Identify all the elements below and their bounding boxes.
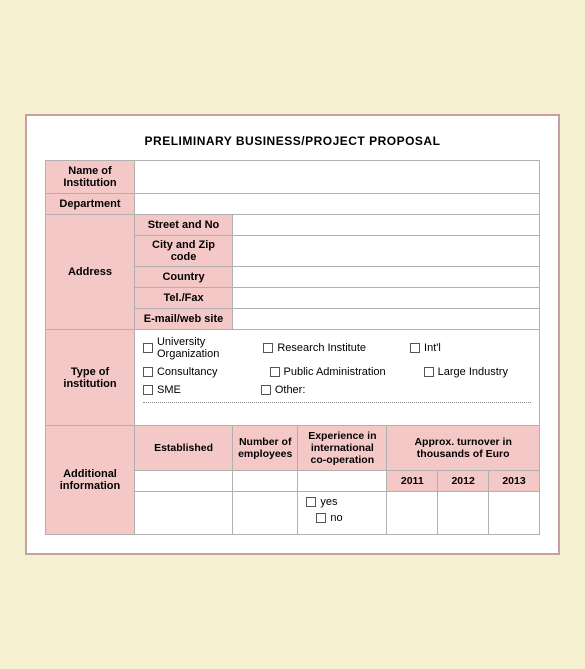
employees-value[interactable] [233,471,298,492]
email-value[interactable] [233,309,540,330]
country-value[interactable] [233,267,540,288]
type-options-row2: Consultancy Public Administration Large … [143,366,531,378]
intl-checkbox[interactable] [410,343,420,353]
consultancy-label: Consultancy [157,366,218,378]
no-option[interactable]: no [316,512,342,524]
other-option[interactable]: Other: [261,384,306,396]
university-checkbox[interactable] [143,343,153,353]
department-value[interactable] [134,194,539,215]
experience-value[interactable] [298,471,387,492]
employees-input[interactable] [233,492,298,535]
sme-label: SME [157,384,181,396]
established-input[interactable] [134,492,232,535]
yes-label: yes [320,496,337,508]
university-label: UniversityOrganization [157,336,219,360]
form-table: Name ofInstitution Department Address St… [45,160,540,535]
yes-no-options: yes no [306,496,378,524]
department-label: Department [46,194,135,215]
type-institution-row: Type ofinstitution UniversityOrganizatio… [46,330,540,426]
research-label: Research Institute [277,342,366,354]
type-options-row1: UniversityOrganization Research Institut… [143,336,531,360]
no-label: no [330,512,342,524]
year-2012-header: 2012 [438,471,489,492]
address-row: Address Street and No [46,215,540,236]
established-header: Established [134,426,232,471]
no-checkbox[interactable] [316,513,326,523]
year-2011-header: 2011 [387,471,438,492]
public-admin-checkbox[interactable] [270,367,280,377]
public-admin-label: Public Administration [284,366,386,378]
city-zip-value[interactable] [233,236,540,267]
department-row: Department [46,194,540,215]
research-option[interactable]: Research Institute [263,342,366,354]
name-institution-row: Name ofInstitution [46,161,540,194]
experience-header: Experience in international co-operation [298,426,387,471]
other-label: Other: [275,384,306,396]
sme-option[interactable]: SME [143,384,181,396]
turnover-2011[interactable] [387,492,438,535]
intl-label: Int'l [424,342,441,354]
email-label: E-mail/web site [134,309,232,330]
name-institution-label: Name ofInstitution [46,161,135,194]
street-label: Street and No [134,215,232,236]
research-checkbox[interactable] [263,343,273,353]
type-institution-options: UniversityOrganization Research Institut… [134,330,539,426]
other-checkbox[interactable] [261,385,271,395]
large-industry-option[interactable]: Large Industry [424,366,508,378]
large-industry-checkbox[interactable] [424,367,434,377]
country-label: Country [134,267,232,288]
telfax-value[interactable] [233,288,540,309]
large-industry-label: Large Industry [438,366,508,378]
type-institution-label: Type ofinstitution [46,330,135,426]
yes-no-cell: yes no [298,492,387,535]
intl-option[interactable]: Int'l [410,342,441,354]
telfax-label: Tel./Fax [134,288,232,309]
city-zip-label: City and Zip code [134,236,232,267]
public-admin-option[interactable]: Public Administration [270,366,386,378]
page-container: PRELIMINARY BUSINESS/PROJECT PROPOSAL Na… [25,114,560,555]
consultancy-option[interactable]: Consultancy [143,366,218,378]
street-value[interactable] [233,215,540,236]
additional-header-row: Additionalinformation Established Number… [46,426,540,471]
turnover-2012[interactable] [438,492,489,535]
additional-info-label: Additionalinformation [46,426,135,535]
address-label: Address [46,215,135,330]
yes-option[interactable]: yes [306,496,337,508]
type-options-row3: SME Other: [143,384,531,396]
turnover-header: Approx. turnover in thousands of Euro [387,426,540,471]
sme-checkbox[interactable] [143,385,153,395]
num-employees-header: Number of employees [233,426,298,471]
year-2013-header: 2013 [489,471,540,492]
university-option[interactable]: UniversityOrganization [143,336,219,360]
consultancy-checkbox[interactable] [143,367,153,377]
other-text-area [143,407,531,419]
page-title: PRELIMINARY BUSINESS/PROJECT PROPOSAL [45,134,540,148]
dotted-separator [143,402,531,403]
name-institution-value[interactable] [134,161,539,194]
turnover-2013[interactable] [489,492,540,535]
yes-checkbox[interactable] [306,497,316,507]
established-value[interactable] [134,471,232,492]
